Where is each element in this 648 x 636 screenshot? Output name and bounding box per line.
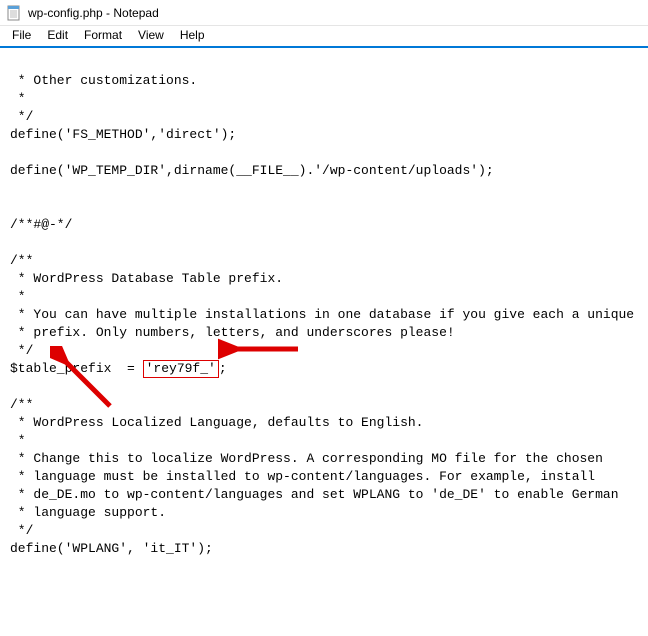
code-line: * You can have multiple installations in… [10, 307, 634, 322]
menu-view[interactable]: View [130, 28, 172, 44]
code-line: * Other customizations. [10, 73, 197, 88]
table-prefix-var: $table_prefix = [10, 361, 143, 376]
code-line: * WordPress Localized Language, defaults… [10, 415, 423, 430]
menu-help[interactable]: Help [172, 28, 213, 44]
code-line: */ [10, 343, 33, 358]
code-line: */ [10, 109, 33, 124]
code-line: define('WPLANG', 'it_IT'); [10, 541, 213, 556]
annotation-arrow-right [218, 337, 308, 367]
code-line: /** [10, 397, 33, 412]
code-line: define('FS_METHOD','direct'); [10, 127, 236, 142]
titlebar: wp-config.php - Notepad [0, 0, 648, 26]
highlighted-prefix-value: 'rey79f_' [143, 360, 219, 378]
code-line-tail: ; [219, 361, 227, 376]
code-line: /** [10, 253, 33, 268]
code-line: * WordPress Database Table prefix. [10, 271, 283, 286]
code-line: * prefix. Only numbers, letters, and und… [10, 325, 455, 340]
notepad-icon [6, 5, 22, 21]
menu-format[interactable]: Format [76, 28, 130, 44]
code-line: * language must be installed to wp-conte… [10, 469, 595, 484]
editor-content[interactable]: * Other customizations. * */ define('FS_… [0, 48, 648, 636]
code-line: * language support. [10, 505, 166, 520]
code-line: $table_prefix = 'rey79f_'; [10, 361, 227, 376]
code-line: * de_DE.mo to wp-content/languages and s… [10, 487, 619, 502]
code-line: define('WP_TEMP_DIR',dirname(__FILE__).'… [10, 163, 494, 178]
menu-file[interactable]: File [4, 28, 39, 44]
code-line: * [10, 289, 26, 304]
code-line: */ [10, 523, 33, 538]
menubar: File Edit Format View Help [0, 26, 648, 48]
code-line: * Change this to localize WordPress. A c… [10, 451, 603, 466]
annotation-arrow-left [50, 346, 130, 416]
menu-edit[interactable]: Edit [39, 28, 76, 44]
code-line: /**#@-*/ [10, 217, 72, 232]
code-line: * [10, 91, 26, 106]
code-line: * [10, 433, 26, 448]
window-title: wp-config.php - Notepad [28, 6, 159, 20]
